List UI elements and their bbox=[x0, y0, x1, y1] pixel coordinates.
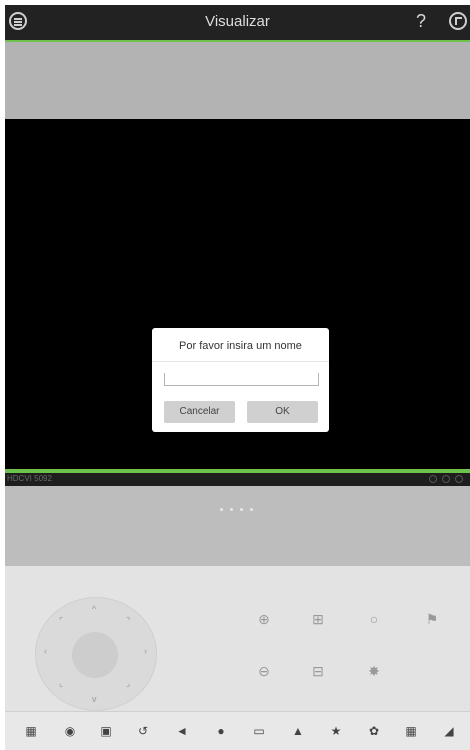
ptz-controls: ^ v ‹ › ⌜ ⌝ ⌞ ⌟ ⊕ ⊞ ○ ⚑ ⊖ ⊟ ✸ bbox=[5, 566, 470, 711]
color-icon[interactable]: ✿ bbox=[366, 724, 382, 738]
page-title: Visualizar bbox=[205, 13, 270, 30]
header-band bbox=[5, 42, 470, 119]
channel-name: HDCVI 5092 bbox=[7, 474, 52, 483]
device-menu-button[interactable] bbox=[449, 12, 467, 30]
down-right-arrow-icon[interactable]: ⌟ bbox=[126, 678, 130, 689]
name-dialog: Por favor insira um nome Cancelar OK bbox=[152, 328, 329, 432]
iris-open-icon[interactable]: ○ bbox=[365, 610, 383, 628]
down-left-arrow-icon[interactable]: ⌞ bbox=[59, 678, 63, 689]
settings-icon[interactable] bbox=[442, 475, 450, 483]
top-bar: Visualizar ? bbox=[5, 5, 470, 42]
app-frame: Visualizar ? HDCVI 5092 ^ v ‹ › ⌜ ⌝ ⌞ ⌟ … bbox=[5, 5, 470, 750]
up-right-arrow-icon[interactable]: ⌝ bbox=[126, 616, 130, 627]
alarm-icon[interactable]: ▲ bbox=[290, 724, 306, 738]
bottom-toolbar: ▦ ◉ ▣ ↺ ◄ ● ▭ ▲ ★ ✿ ▦ ◢ bbox=[5, 711, 470, 750]
zoom-in-icon[interactable]: ⊕ bbox=[255, 610, 273, 628]
page-dot[interactable] bbox=[220, 508, 223, 511]
stream-icon[interactable]: ▦ bbox=[403, 724, 419, 738]
name-input[interactable] bbox=[164, 373, 319, 386]
fullscreen-icon[interactable]: ◢ bbox=[441, 724, 457, 738]
close-icon[interactable] bbox=[455, 475, 463, 483]
zoom-icon[interactable] bbox=[429, 475, 437, 483]
cancel-button[interactable]: Cancelar bbox=[164, 401, 235, 423]
focus-out-icon[interactable]: ⊟ bbox=[309, 662, 327, 680]
page-dot[interactable] bbox=[250, 508, 253, 511]
device-menu-icon bbox=[455, 17, 462, 25]
left-arrow-icon[interactable]: ‹ bbox=[44, 646, 47, 656]
favorite-icon[interactable]: ★ bbox=[328, 724, 344, 738]
up-left-arrow-icon[interactable]: ⌜ bbox=[59, 616, 63, 627]
record-icon[interactable]: ▣ bbox=[98, 724, 114, 738]
ptz-joystick[interactable]: ^ v ‹ › ⌜ ⌝ ⌞ ⌟ bbox=[35, 597, 157, 711]
dialog-title: Por favor insira um nome bbox=[179, 340, 302, 352]
snapshot-icon[interactable]: ◉ bbox=[62, 724, 78, 738]
dialog-divider bbox=[152, 361, 329, 362]
channel-bar: HDCVI 5092 bbox=[5, 473, 470, 486]
audio-icon[interactable]: ◄ bbox=[174, 724, 190, 738]
down-arrow-icon[interactable]: v bbox=[92, 694, 97, 704]
help-button[interactable]: ? bbox=[416, 11, 426, 32]
right-arrow-icon[interactable]: › bbox=[144, 646, 147, 656]
talk-icon[interactable]: ● bbox=[213, 724, 229, 738]
focus-in-icon[interactable]: ⊞ bbox=[309, 610, 327, 628]
pager-area bbox=[5, 486, 470, 566]
flag-icon[interactable]: ⚑ bbox=[423, 610, 441, 628]
playback-icon[interactable]: ↺ bbox=[135, 724, 151, 738]
page-dot[interactable] bbox=[240, 508, 243, 511]
screen-icon[interactable]: ▭ bbox=[251, 724, 267, 738]
ok-button[interactable]: OK bbox=[247, 401, 318, 423]
iris-close-icon[interactable]: ✸ bbox=[365, 662, 383, 680]
joystick-knob[interactable] bbox=[72, 632, 118, 678]
zoom-out-icon[interactable]: ⊖ bbox=[255, 662, 273, 680]
up-arrow-icon[interactable]: ^ bbox=[92, 604, 96, 614]
channels-icon[interactable]: ▦ bbox=[23, 724, 39, 738]
page-dot[interactable] bbox=[230, 508, 233, 511]
page-indicator bbox=[220, 498, 260, 516]
